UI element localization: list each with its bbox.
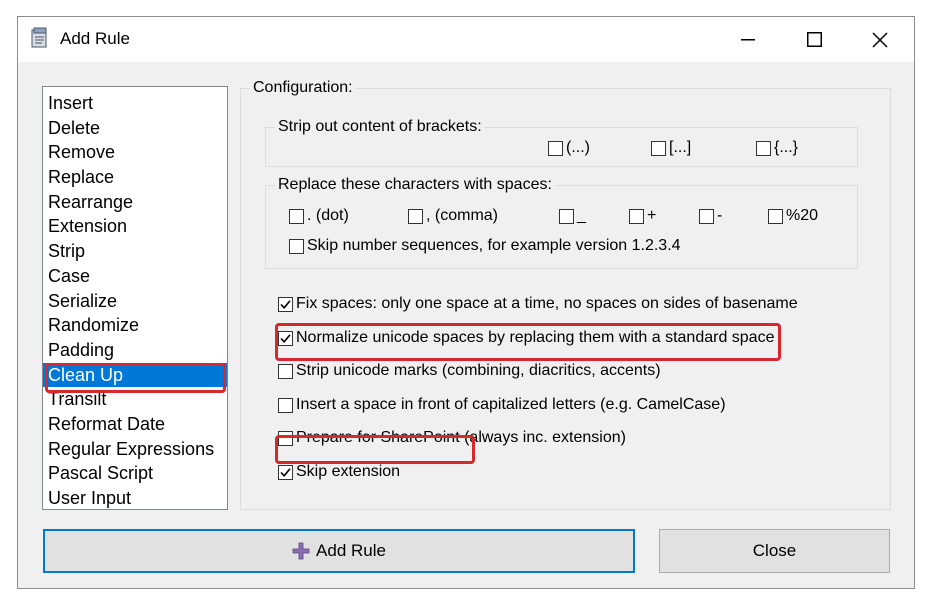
checkbox-label: %20: [786, 207, 819, 224]
list-item-serialize[interactable]: Serialize: [43, 289, 227, 314]
strip-unicode-marks-checkbox[interactable]: Strip unicode marks (combining, diacriti…: [278, 362, 661, 380]
annotation-sharepoint: [275, 435, 475, 464]
skip-extension-checkbox[interactable]: Skip extension: [278, 463, 400, 481]
checkbox-box[interactable]: [289, 238, 304, 254]
window-title: Add Rule: [60, 29, 130, 48]
replace-chars-group-label: Replace these characters with spaces:: [275, 176, 555, 194]
checkbox-box[interactable]: [559, 208, 574, 224]
minimize-button[interactable]: [716, 17, 780, 62]
checkbox-label: Strip unicode marks (combining, diacriti…: [296, 362, 661, 379]
checkbox-box[interactable]: [278, 363, 293, 379]
fix-spaces-checkbox[interactable]: Fix spaces: only one space at a time, no…: [278, 295, 798, 313]
annotation-clean-up: [45, 363, 226, 393]
add-rule-dialog: Add Rule Insert Delete Remove Replace Re…: [17, 16, 915, 589]
checkbox-label: Skip extension: [296, 463, 401, 480]
replace-plus-checkbox[interactable]: +: [629, 207, 656, 225]
checkbox-label: Skip number sequences, for example versi…: [307, 237, 681, 254]
title-bar: Add Rule: [18, 17, 914, 62]
checkbox-box[interactable]: [278, 464, 293, 480]
checkbox-label: Insert a space in front of capitalized l…: [296, 396, 726, 413]
minimize-icon: [741, 38, 755, 40]
checkbox-label: , (comma): [426, 207, 498, 224]
replace-chars-group: [265, 185, 858, 269]
checkbox-box[interactable]: [278, 296, 293, 312]
skip-number-sequences-checkbox[interactable]: Skip number sequences, for example versi…: [289, 237, 681, 255]
list-item-case[interactable]: Case: [43, 264, 227, 289]
close-label: Close: [752, 541, 797, 560]
list-item-regular-expressions[interactable]: Regular Expressions: [43, 437, 227, 462]
replace-percent20-checkbox[interactable]: %20: [768, 207, 818, 225]
annotation-normalize-unicode: [275, 323, 781, 361]
list-item-reformat-date[interactable]: Reformat Date: [43, 412, 227, 437]
add-rule-button[interactable]: Add Rule: [43, 529, 635, 573]
checkbox-box[interactable]: [548, 140, 563, 156]
add-rule-icon: [292, 542, 310, 560]
checkbox-box[interactable]: [289, 208, 304, 224]
list-item-extension[interactable]: Extension: [43, 214, 227, 239]
checkbox-label: . (dot): [307, 207, 349, 224]
checkbox-label: -: [717, 207, 723, 224]
close-window-button[interactable]: [848, 17, 912, 62]
insert-space-camelcase-checkbox[interactable]: Insert a space in front of capitalized l…: [278, 396, 726, 414]
list-item-pascal-script[interactable]: Pascal Script: [43, 461, 227, 486]
list-item-user-input[interactable]: User Input: [43, 486, 227, 511]
brackets-group-label: Strip out content of brackets:: [275, 118, 485, 136]
list-item-rearrange[interactable]: Rearrange: [43, 190, 227, 215]
replace-comma-checkbox[interactable]: , (comma): [408, 207, 498, 225]
checkbox-box[interactable]: [629, 208, 644, 224]
checkbox-box[interactable]: [278, 397, 293, 413]
add-rule-label: Add Rule: [316, 541, 386, 560]
checkbox-label: Fix spaces: only one space at a time, no…: [296, 295, 798, 312]
checkmark-icon: [280, 467, 291, 477]
checkmark-icon: [280, 299, 291, 309]
checkbox-box[interactable]: [699, 208, 714, 224]
list-item-replace[interactable]: Replace: [43, 165, 227, 190]
replace-dot-checkbox[interactable]: . (dot): [289, 207, 349, 225]
checkbox-label: +: [647, 207, 657, 224]
list-item-padding[interactable]: Padding: [43, 338, 227, 363]
maximize-button[interactable]: [782, 17, 846, 62]
checkbox-label: {...}: [774, 139, 799, 156]
checkbox-label: (...): [566, 139, 590, 156]
app-icon: [29, 27, 51, 49]
checkbox-box[interactable]: [408, 208, 423, 224]
maximize-icon: [806, 32, 822, 47]
list-item-randomize[interactable]: Randomize: [43, 313, 227, 338]
checkbox-box[interactable]: [756, 140, 771, 156]
close-icon: [872, 31, 888, 48]
checkbox-label: [...]: [669, 139, 692, 156]
rule-type-list[interactable]: Insert Delete Remove Replace Rearrange E…: [42, 86, 228, 510]
bracket-square-checkbox[interactable]: [...]: [651, 139, 691, 157]
list-item-remove[interactable]: Remove: [43, 140, 227, 165]
bracket-round-checkbox[interactable]: (...): [548, 139, 590, 157]
checkbox-label: _: [577, 207, 586, 224]
replace-hyphen-checkbox[interactable]: -: [699, 207, 722, 225]
checkbox-box[interactable]: [651, 140, 666, 156]
configuration-label: Configuration:: [250, 79, 356, 97]
list-item-strip[interactable]: Strip: [43, 239, 227, 264]
close-button[interactable]: Close: [659, 529, 890, 573]
replace-underscore-checkbox[interactable]: _: [559, 207, 586, 225]
list-item-delete[interactable]: Delete: [43, 116, 227, 141]
checkbox-box[interactable]: [768, 208, 783, 224]
bracket-curly-checkbox[interactable]: {...}: [756, 139, 798, 157]
list-item-insert[interactable]: Insert: [43, 91, 227, 116]
